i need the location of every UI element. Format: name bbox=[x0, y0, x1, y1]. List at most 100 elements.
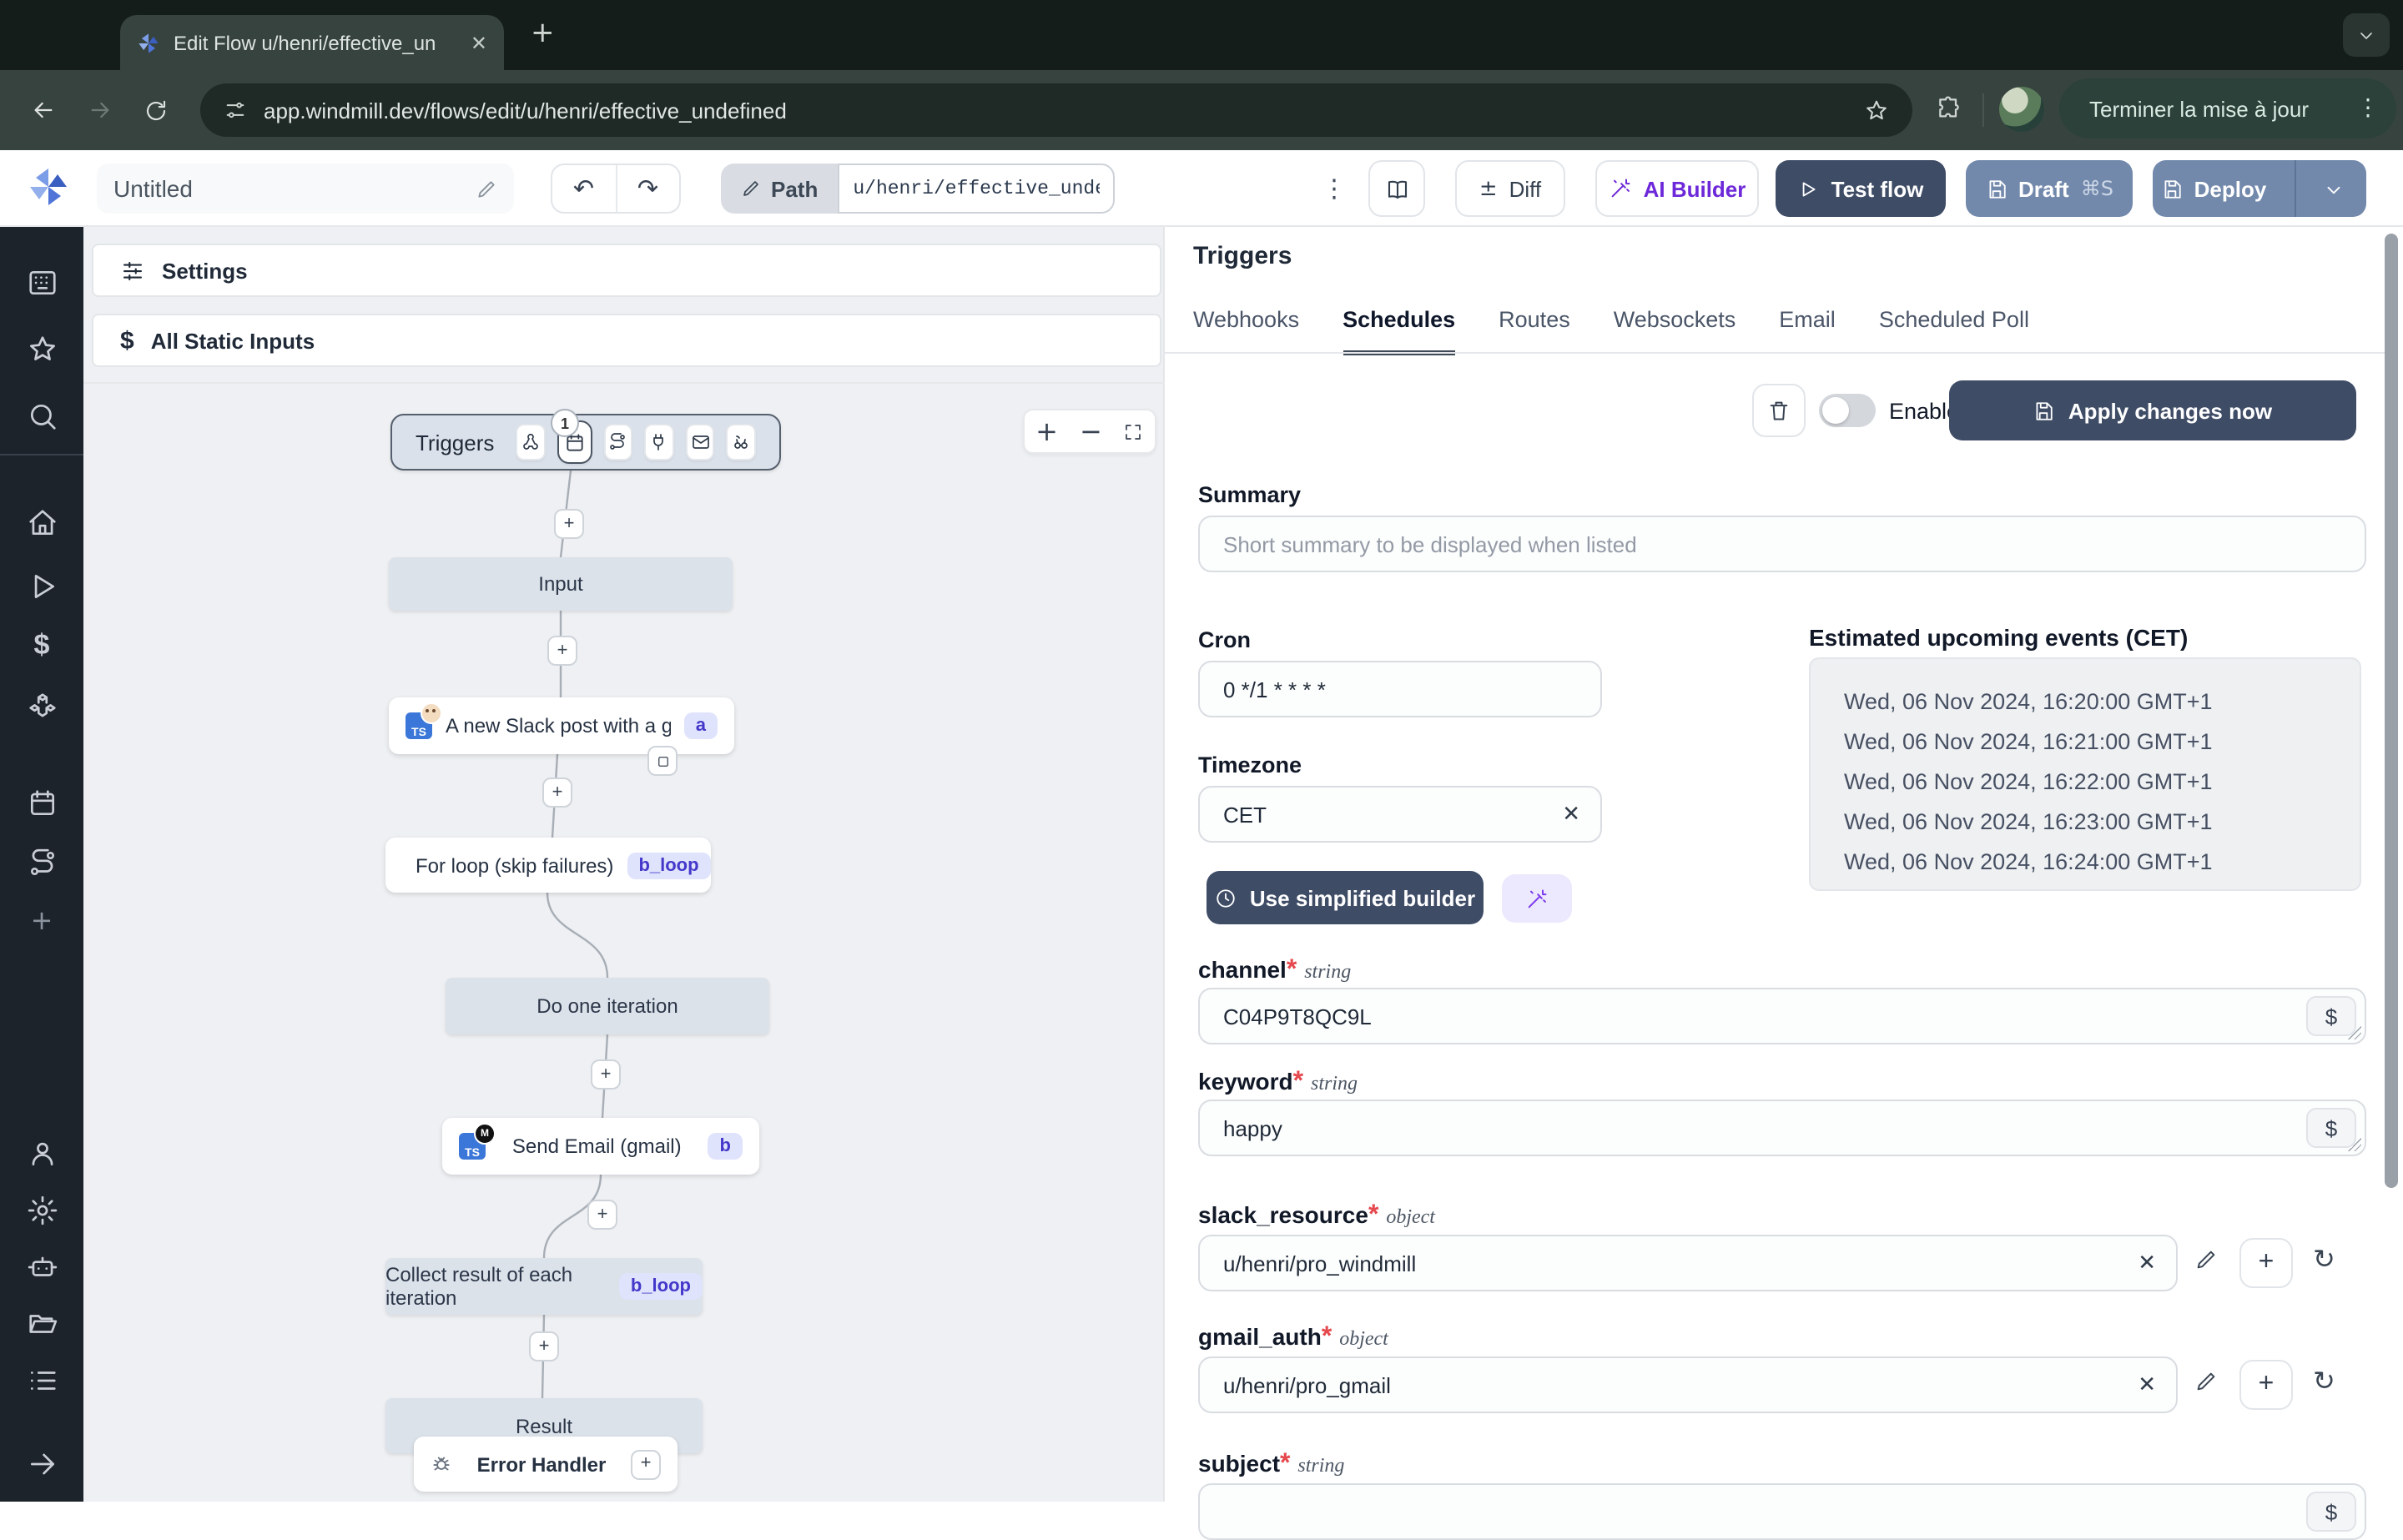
apply-changes-button[interactable]: Apply changes now bbox=[1949, 380, 2356, 440]
tab-webhooks[interactable]: Webhooks bbox=[1193, 307, 1299, 355]
avatar[interactable] bbox=[1999, 87, 2044, 132]
timezone-input[interactable] bbox=[1220, 800, 1563, 828]
email-step-node[interactable]: TS M Send Email (gmail) b bbox=[442, 1118, 759, 1175]
favorites-star-icon[interactable] bbox=[23, 330, 60, 367]
resources-cubes-icon[interactable] bbox=[23, 687, 60, 724]
more-options-icon[interactable]: ⋮ bbox=[1322, 174, 1347, 204]
tab-routes[interactable]: Routes bbox=[1499, 307, 1570, 355]
websocket-plug-icon[interactable] bbox=[644, 424, 674, 460]
ai-builder-button[interactable]: AI Builder bbox=[1595, 160, 1759, 217]
update-chrome-button[interactable]: Terminer la mise à jour ⋮ bbox=[2059, 78, 2396, 138]
webhook-icon[interactable] bbox=[516, 424, 546, 460]
stop-after-if-button[interactable] bbox=[647, 746, 678, 776]
resize-handle[interactable] bbox=[2348, 1138, 2361, 1151]
slack-resource-input[interactable] bbox=[1220, 1249, 2139, 1277]
edit-resource-pencil-icon[interactable] bbox=[2194, 1370, 2218, 1393]
add-resource-button[interactable]: + bbox=[2239, 1238, 2293, 1288]
path-input[interactable] bbox=[838, 164, 1116, 214]
delete-schedule-button[interactable] bbox=[1752, 384, 1806, 437]
gmail-auth-input[interactable] bbox=[1220, 1371, 2139, 1399]
add-step-button[interactable]: + bbox=[547, 636, 577, 666]
add-step-button[interactable]: + bbox=[542, 778, 572, 808]
flow-settings-row[interactable]: Settings bbox=[92, 244, 1161, 297]
new-tab-button[interactable]: + bbox=[531, 19, 555, 48]
clear-resource-icon[interactable]: ✕ bbox=[2138, 1372, 2156, 1397]
bookmark-star-icon[interactable] bbox=[1864, 98, 1889, 123]
error-handler-node[interactable]: Error Handler + bbox=[414, 1437, 678, 1492]
home-icon[interactable] bbox=[23, 504, 60, 541]
add-plus-icon[interactable]: + bbox=[23, 901, 60, 938]
diff-button[interactable]: ± Diff bbox=[1455, 160, 1565, 217]
user-icon[interactable] bbox=[23, 1135, 60, 1171]
tab-schedules[interactable]: Schedules bbox=[1343, 307, 1456, 355]
cron-input[interactable] bbox=[1220, 675, 1580, 703]
keyword-input[interactable] bbox=[1220, 1114, 2345, 1142]
zoom-in-button[interactable]: + bbox=[1035, 415, 1058, 447]
path-label-segment[interactable]: Path bbox=[721, 164, 839, 214]
expand-arrow-icon[interactable] bbox=[23, 1445, 60, 1482]
window-chevron-button[interactable] bbox=[2343, 13, 2390, 57]
site-info-icon[interactable] bbox=[224, 98, 247, 122]
tab-scheduled-poll[interactable]: Scheduled Poll bbox=[1879, 307, 2029, 355]
simplified-builder-button[interactable]: Use simplified builder bbox=[1207, 871, 1484, 924]
fullscreen-button[interactable] bbox=[1124, 421, 1144, 441]
search-icon[interactable] bbox=[23, 397, 60, 434]
variables-dollar-icon[interactable]: $ bbox=[23, 627, 60, 664]
refresh-resource-icon[interactable]: ↻ bbox=[2313, 1243, 2335, 1275]
runs-play-icon[interactable] bbox=[23, 567, 60, 604]
enabled-toggle[interactable] bbox=[1819, 394, 1876, 427]
iteration-node[interactable]: Do one iteration bbox=[446, 978, 769, 1034]
schedules-calendar-icon[interactable] bbox=[23, 784, 60, 821]
slack-step-node[interactable]: TS A new Slack post with a given wor... … bbox=[389, 697, 734, 754]
deploy-button[interactable]: Deploy bbox=[2153, 160, 2366, 217]
routes-icon[interactable] bbox=[23, 844, 60, 881]
apps-icon[interactable] bbox=[23, 264, 60, 300]
add-step-button[interactable]: + bbox=[529, 1331, 559, 1361]
resize-handle[interactable] bbox=[2348, 1026, 2361, 1039]
clear-timezone-icon[interactable]: ✕ bbox=[1562, 802, 1580, 827]
redo-button[interactable]: ↷ bbox=[617, 165, 679, 212]
zoom-out-button[interactable]: − bbox=[1080, 415, 1102, 447]
chrome-menu-icon[interactable]: ⋮ bbox=[2356, 95, 2380, 122]
address-bar[interactable]: app.windmill.dev/flows/edit/u/henri/effe… bbox=[200, 83, 1912, 137]
folders-icon[interactable] bbox=[23, 1305, 60, 1341]
input-node[interactable]: Input bbox=[389, 557, 733, 611]
add-error-handler-button[interactable]: + bbox=[631, 1449, 661, 1479]
test-flow-button[interactable]: Test flow bbox=[1776, 160, 1946, 217]
forward-icon[interactable] bbox=[87, 97, 113, 123]
logs-list-icon[interactable] bbox=[23, 1361, 60, 1398]
subject-input[interactable] bbox=[1220, 1497, 2345, 1526]
email-icon[interactable] bbox=[685, 424, 715, 460]
tab-email[interactable]: Email bbox=[1779, 307, 1836, 355]
flow-name-field[interactable]: Untitled bbox=[97, 164, 514, 214]
add-step-button[interactable]: + bbox=[587, 1200, 617, 1230]
edit-resource-pencil-icon[interactable] bbox=[2194, 1248, 2218, 1271]
edit-name-pencil-icon[interactable] bbox=[476, 178, 497, 199]
for-loop-node[interactable]: For loop (skip failures) b_loop bbox=[385, 838, 711, 893]
back-icon[interactable] bbox=[30, 97, 57, 123]
undo-button[interactable]: ↶ bbox=[552, 165, 617, 212]
ai-cron-wand-button[interactable] bbox=[1502, 874, 1572, 923]
docs-button[interactable] bbox=[1368, 160, 1425, 217]
browser-tab[interactable]: Edit Flow u/henri/effective_un ✕ bbox=[120, 15, 504, 70]
reload-icon[interactable] bbox=[144, 98, 169, 123]
extensions-icon[interactable] bbox=[1936, 95, 1962, 122]
add-step-button[interactable]: + bbox=[591, 1059, 621, 1090]
clear-resource-icon[interactable]: ✕ bbox=[2138, 1251, 2156, 1276]
add-step-button[interactable]: + bbox=[554, 509, 584, 539]
scheduled-poll-icon[interactable] bbox=[726, 424, 756, 460]
insert-variable-button[interactable]: $ bbox=[2306, 1492, 2356, 1532]
draft-button[interactable]: Draft ⌘S bbox=[1966, 160, 2133, 217]
panel-scrollbar[interactable] bbox=[2385, 234, 2398, 1188]
route-icon[interactable] bbox=[603, 424, 633, 460]
windmill-logo[interactable] bbox=[28, 167, 68, 207]
tab-websockets[interactable]: Websockets bbox=[1614, 307, 1736, 355]
summary-input[interactable] bbox=[1220, 530, 2345, 558]
settings-gear-icon[interactable] bbox=[23, 1191, 60, 1228]
tab-close-icon[interactable]: ✕ bbox=[471, 31, 487, 54]
deploy-dropdown-button[interactable] bbox=[2308, 178, 2358, 199]
workers-robot-icon[interactable] bbox=[23, 1248, 60, 1285]
channel-input[interactable] bbox=[1220, 1002, 2345, 1030]
static-inputs-row[interactable]: $ All Static Inputs bbox=[92, 314, 1161, 367]
refresh-resource-icon[interactable]: ↻ bbox=[2313, 1365, 2335, 1397]
